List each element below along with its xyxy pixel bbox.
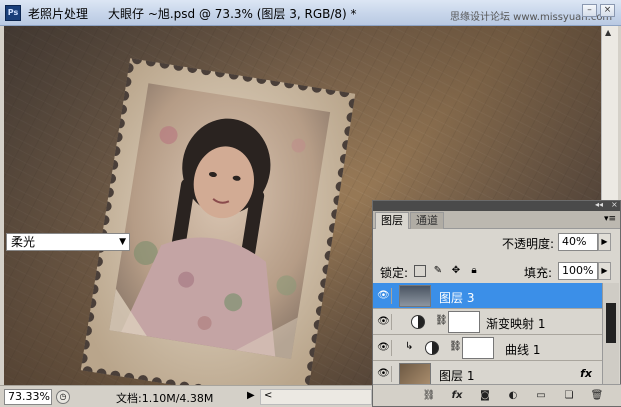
lock-brush-icon[interactable]: ✎	[432, 265, 444, 277]
layer-thumbnail	[399, 363, 431, 385]
close-button[interactable]: ×	[600, 4, 615, 17]
document-title: 大眼仔 ~旭.psd @ 73.3% (图层 3, RGB/8) *	[108, 7, 357, 21]
eye-icon[interactable]: 👁︎	[376, 288, 392, 304]
minimize-button[interactable]: –	[582, 4, 597, 17]
panel-header-bar: ◂◂ ×	[373, 200, 620, 211]
tab-layers[interactable]: 图层	[375, 212, 409, 229]
app-title: 老照片处理	[28, 7, 89, 21]
horizontal-scrollbar[interactable]: <	[260, 389, 372, 405]
layer-row[interactable]: 👁︎ ⛓︎ 渐变映射 1	[373, 309, 602, 335]
layer-mask-thumbnail	[448, 311, 480, 333]
panel-tabs: 图层 通道 ▾≡	[373, 211, 620, 229]
layer-thumbnail	[399, 285, 431, 307]
panel-menu-icon[interactable]: ▾≡	[604, 214, 616, 224]
lock-transparency-icon[interactable]	[414, 265, 426, 277]
layer-mask-thumbnail	[462, 337, 494, 359]
folder-icon[interactable]: ▭	[533, 388, 549, 404]
tab-channels[interactable]: 通道	[410, 212, 444, 229]
new-layer-icon[interactable]: ❏	[561, 388, 577, 404]
layer-name: 渐变映射 1	[486, 317, 546, 331]
adjustment-layer-icon	[411, 315, 425, 329]
window-titlebar: Ps 老照片处理 大眼仔 ~旭.psd @ 73.3% (图层 3, RGB/8…	[0, 0, 621, 26]
link-icon: ⛓︎	[449, 341, 462, 352]
layers-list: 👁︎ 图层 3 👁︎ ⛓︎ 渐变映射 1 👁︎ ↳ ⛓︎ 曲线 1 👁︎ 图层 …	[373, 283, 602, 387]
eye-icon[interactable]: 👁︎	[376, 366, 392, 382]
scroll-left-icon[interactable]: <	[264, 390, 272, 401]
opacity-slider-arrow-icon[interactable]: ▶	[598, 233, 611, 251]
adjustment-icon[interactable]: ◐	[505, 388, 521, 404]
close-panel-icon[interactable]: ×	[611, 200, 618, 209]
layer-name: 曲线 1	[505, 343, 541, 357]
scroll-up-icon[interactable]: ▲	[605, 28, 611, 37]
eye-icon[interactable]: 👁︎	[376, 314, 392, 330]
adjustment-layer-icon	[425, 341, 439, 355]
stamp-photo-image	[80, 58, 356, 385]
mask-icon[interactable]: ◙	[477, 388, 493, 404]
clipping-arrow-icon: ↳	[405, 341, 414, 352]
fx-icon[interactable]: fx	[580, 367, 592, 380]
layers-panel-toolbar: ⛓︎ fx ◙ ◐ ▭ ❏ 🗑︎	[373, 384, 621, 406]
status-info-icon[interactable]: ◷	[56, 390, 70, 404]
layer-row[interactable]: 👁︎ 图层 3	[373, 283, 602, 309]
eye-icon[interactable]: 👁︎	[376, 340, 392, 356]
fill-label: 填充:	[524, 266, 553, 280]
document-size-info: 文档:1.10M/4.38M	[116, 392, 214, 405]
fx-icon[interactable]: fx	[449, 388, 465, 404]
lock-all-icon[interactable]: 🔒︎	[468, 265, 480, 277]
chevron-down-icon: ▼	[119, 237, 126, 247]
lock-move-icon[interactable]: ✥	[450, 265, 462, 277]
link-icon[interactable]: ⛓︎	[421, 388, 437, 404]
fill-input[interactable]: 100%	[558, 262, 598, 280]
opacity-label: 不透明度:	[502, 237, 555, 251]
link-icon: ⛓︎	[435, 315, 448, 326]
status-menu-arrow-icon[interactable]: ▶	[247, 390, 255, 401]
layer-name: 图层 1	[439, 369, 475, 383]
layer-name: 图层 3	[439, 291, 475, 305]
zoom-field[interactable]: 73.33%	[4, 389, 52, 405]
photoshop-logo-icon: Ps	[5, 5, 21, 21]
lock-label: 锁定:	[380, 266, 409, 280]
layer-row[interactable]: 👁︎ ↳ ⛓︎ 曲线 1	[373, 335, 602, 361]
opacity-input[interactable]: 40%	[558, 233, 598, 251]
fill-slider-arrow-icon[interactable]: ▶	[598, 262, 611, 280]
scroll-thumb[interactable]	[606, 303, 616, 343]
blend-mode-value: 柔光	[11, 235, 36, 249]
collapse-panel-icon[interactable]: ◂◂	[595, 200, 603, 209]
trash-icon[interactable]: 🗑︎	[589, 388, 605, 404]
layers-scrollbar[interactable]	[602, 283, 619, 384]
blend-mode-select[interactable]: 柔光 ▼	[6, 233, 130, 251]
